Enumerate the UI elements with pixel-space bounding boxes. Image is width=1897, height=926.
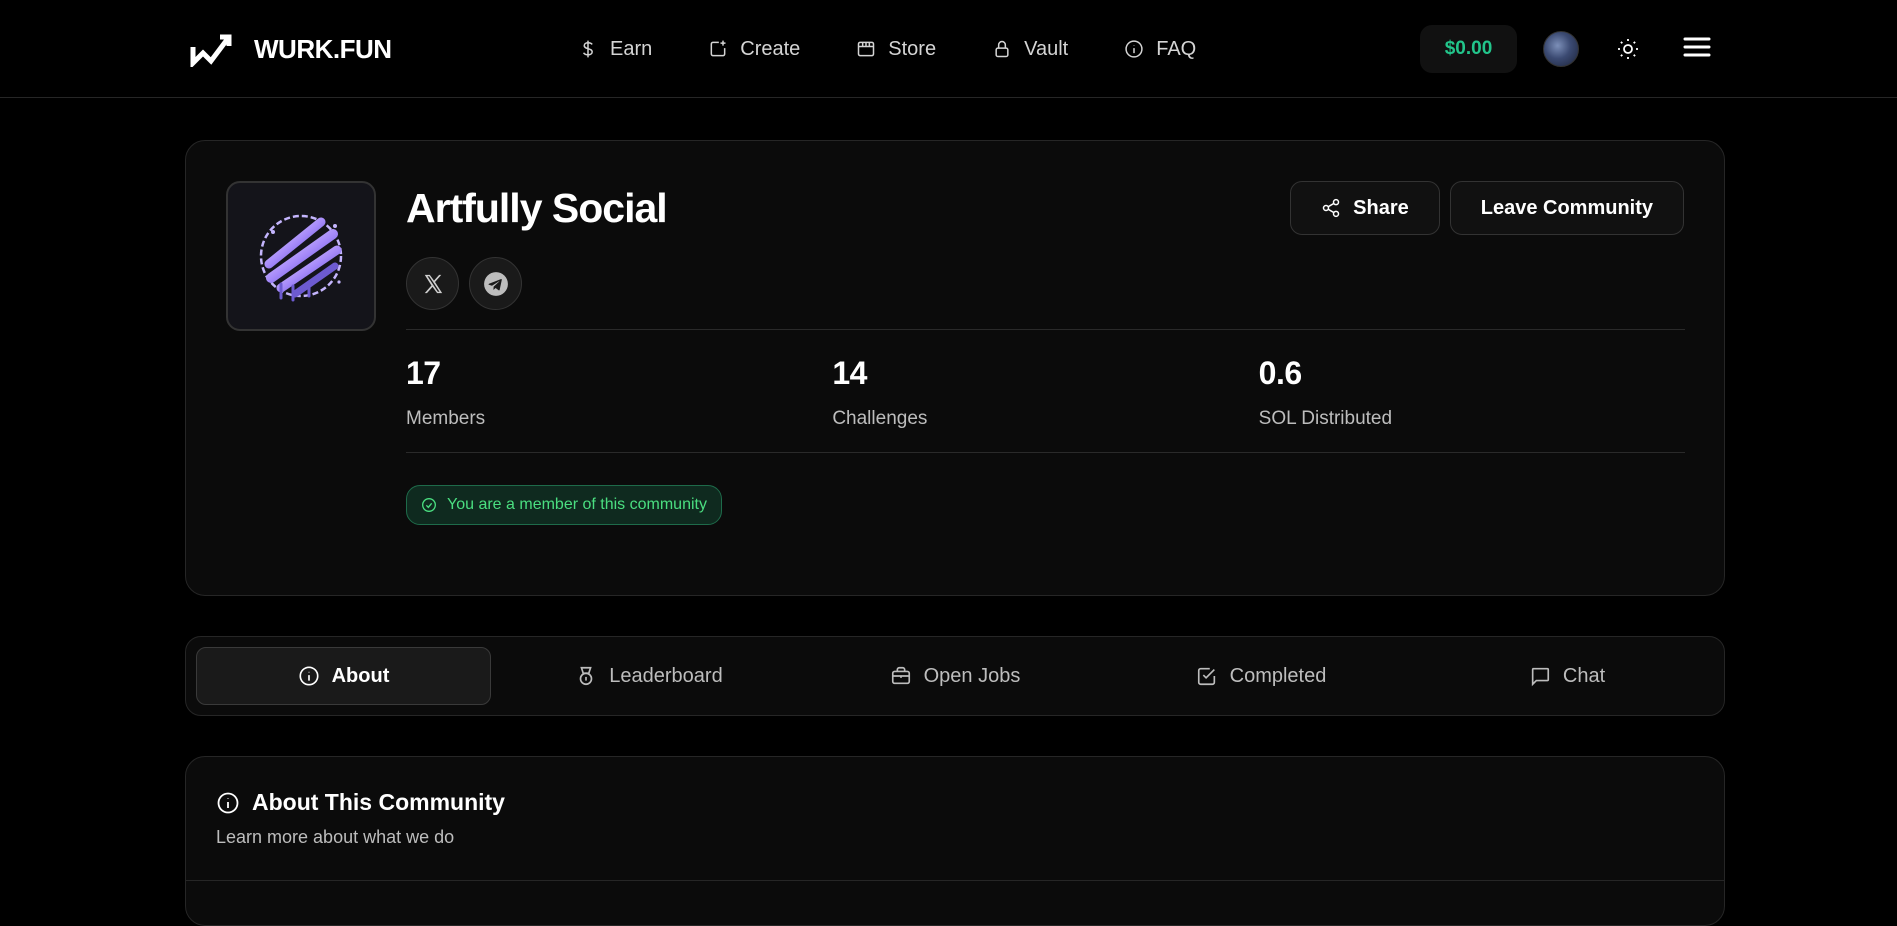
community-logo — [226, 181, 376, 331]
member-status-text: You are a member of this community — [447, 496, 707, 513]
check-circle-icon — [422, 498, 436, 512]
tab-label: Completed — [1229, 664, 1327, 687]
divider — [406, 329, 1685, 330]
nav-faq-label: FAQ — [1156, 37, 1197, 60]
nav-vault-label: Vault — [1024, 37, 1069, 60]
community-tabs: About Leaderboard Open Jobs Completed Ch… — [185, 636, 1725, 716]
share-icon — [1322, 198, 1340, 218]
x-twitter-link[interactable] — [406, 257, 459, 310]
avatar[interactable] — [1543, 31, 1579, 67]
wallet-balance[interactable]: $0.00 — [1420, 25, 1517, 73]
tab-chat[interactable]: Chat — [1419, 647, 1715, 705]
community-header-card: Artfully Social Share Leave Community 17… — [185, 140, 1725, 596]
about-subtitle: Learn more about what we do — [216, 827, 455, 847]
brand-name: WURK.FUN — [254, 33, 392, 64]
nav-faq[interactable]: FAQ — [1124, 38, 1196, 61]
info-icon — [217, 792, 239, 813]
stat-label: SOL Distributed — [1258, 408, 1393, 429]
x-logo-icon — [424, 274, 442, 293]
member-status-badge: You are a member of this community — [406, 485, 722, 525]
stat-challenges: 14 Challenges — [832, 355, 1258, 430]
info-icon — [1125, 40, 1143, 58]
wurk-logo-icon — [190, 34, 232, 67]
nav-vault[interactable]: Vault — [992, 38, 1068, 61]
medal-icon — [579, 666, 593, 686]
nav-create[interactable]: Create — [708, 38, 800, 61]
check-square-icon — [1197, 667, 1215, 686]
share-label: Share — [1353, 196, 1409, 219]
nav-earn[interactable]: Earn — [578, 38, 652, 61]
community-name: Artfully Social — [406, 185, 668, 231]
telegram-icon — [483, 271, 508, 296]
stat-label: Members — [406, 408, 486, 429]
create-icon — [710, 40, 726, 57]
tab-label: Open Jobs — [923, 664, 1021, 687]
nav-store[interactable]: Store — [856, 38, 936, 61]
leave-community-button[interactable]: Leave Community — [1449, 181, 1684, 235]
dollar-icon — [582, 40, 593, 58]
leave-community-label: Leave Community — [1480, 196, 1653, 219]
divider — [186, 880, 1724, 881]
briefcase-icon — [891, 666, 910, 685]
about-title-text: About This Community — [252, 789, 505, 815]
tab-open-jobs[interactable]: Open Jobs — [807, 647, 1103, 705]
top-navbar: WURK.FUN Earn Create Store Vault FAQ $0.… — [0, 0, 1897, 98]
stat-value: 17 — [406, 355, 441, 391]
store-icon — [858, 41, 875, 57]
community-art-logo-icon — [259, 214, 343, 302]
sun-icon[interactable] — [1616, 37, 1640, 61]
main-nav: Earn Create Store Vault FAQ — [578, 30, 1196, 68]
divider — [406, 452, 1685, 453]
telegram-link[interactable] — [469, 257, 522, 310]
tab-label: Chat — [1562, 664, 1606, 687]
tab-completed[interactable]: Completed — [1113, 647, 1409, 705]
community-stats: 17 Members 14 Challenges 0.6 SOL Distrib… — [406, 355, 1685, 430]
nav-earn-label: Earn — [610, 37, 653, 60]
nav-create-label: Create — [740, 37, 801, 60]
about-section: About This Community Learn more about wh… — [185, 756, 1725, 926]
stat-sol-distributed: 0.6 SOL Distributed — [1259, 355, 1685, 430]
info-icon — [299, 666, 319, 686]
brand[interactable]: WURK.FUN — [190, 31, 392, 67]
tab-leaderboard[interactable]: Leaderboard — [501, 647, 797, 705]
stat-value: 0.6 — [1258, 355, 1302, 391]
community-actions: Share Leave Community — [1290, 181, 1684, 235]
stat-label: Challenges — [832, 408, 928, 429]
share-button[interactable]: Share — [1290, 181, 1440, 235]
tab-label: Leaderboard — [609, 664, 723, 687]
stat-value: 14 — [832, 355, 867, 391]
lock-icon — [995, 40, 1009, 58]
nav-store-label: Store — [888, 37, 937, 60]
social-links — [406, 257, 522, 310]
tab-about[interactable]: About — [196, 647, 491, 705]
stat-members: 17 Members — [406, 355, 832, 430]
chat-icon — [1531, 667, 1549, 687]
about-title: About This Community — [216, 789, 505, 816]
tab-label: About — [331, 664, 390, 687]
hamburger-menu-icon[interactable] — [1683, 35, 1711, 59]
